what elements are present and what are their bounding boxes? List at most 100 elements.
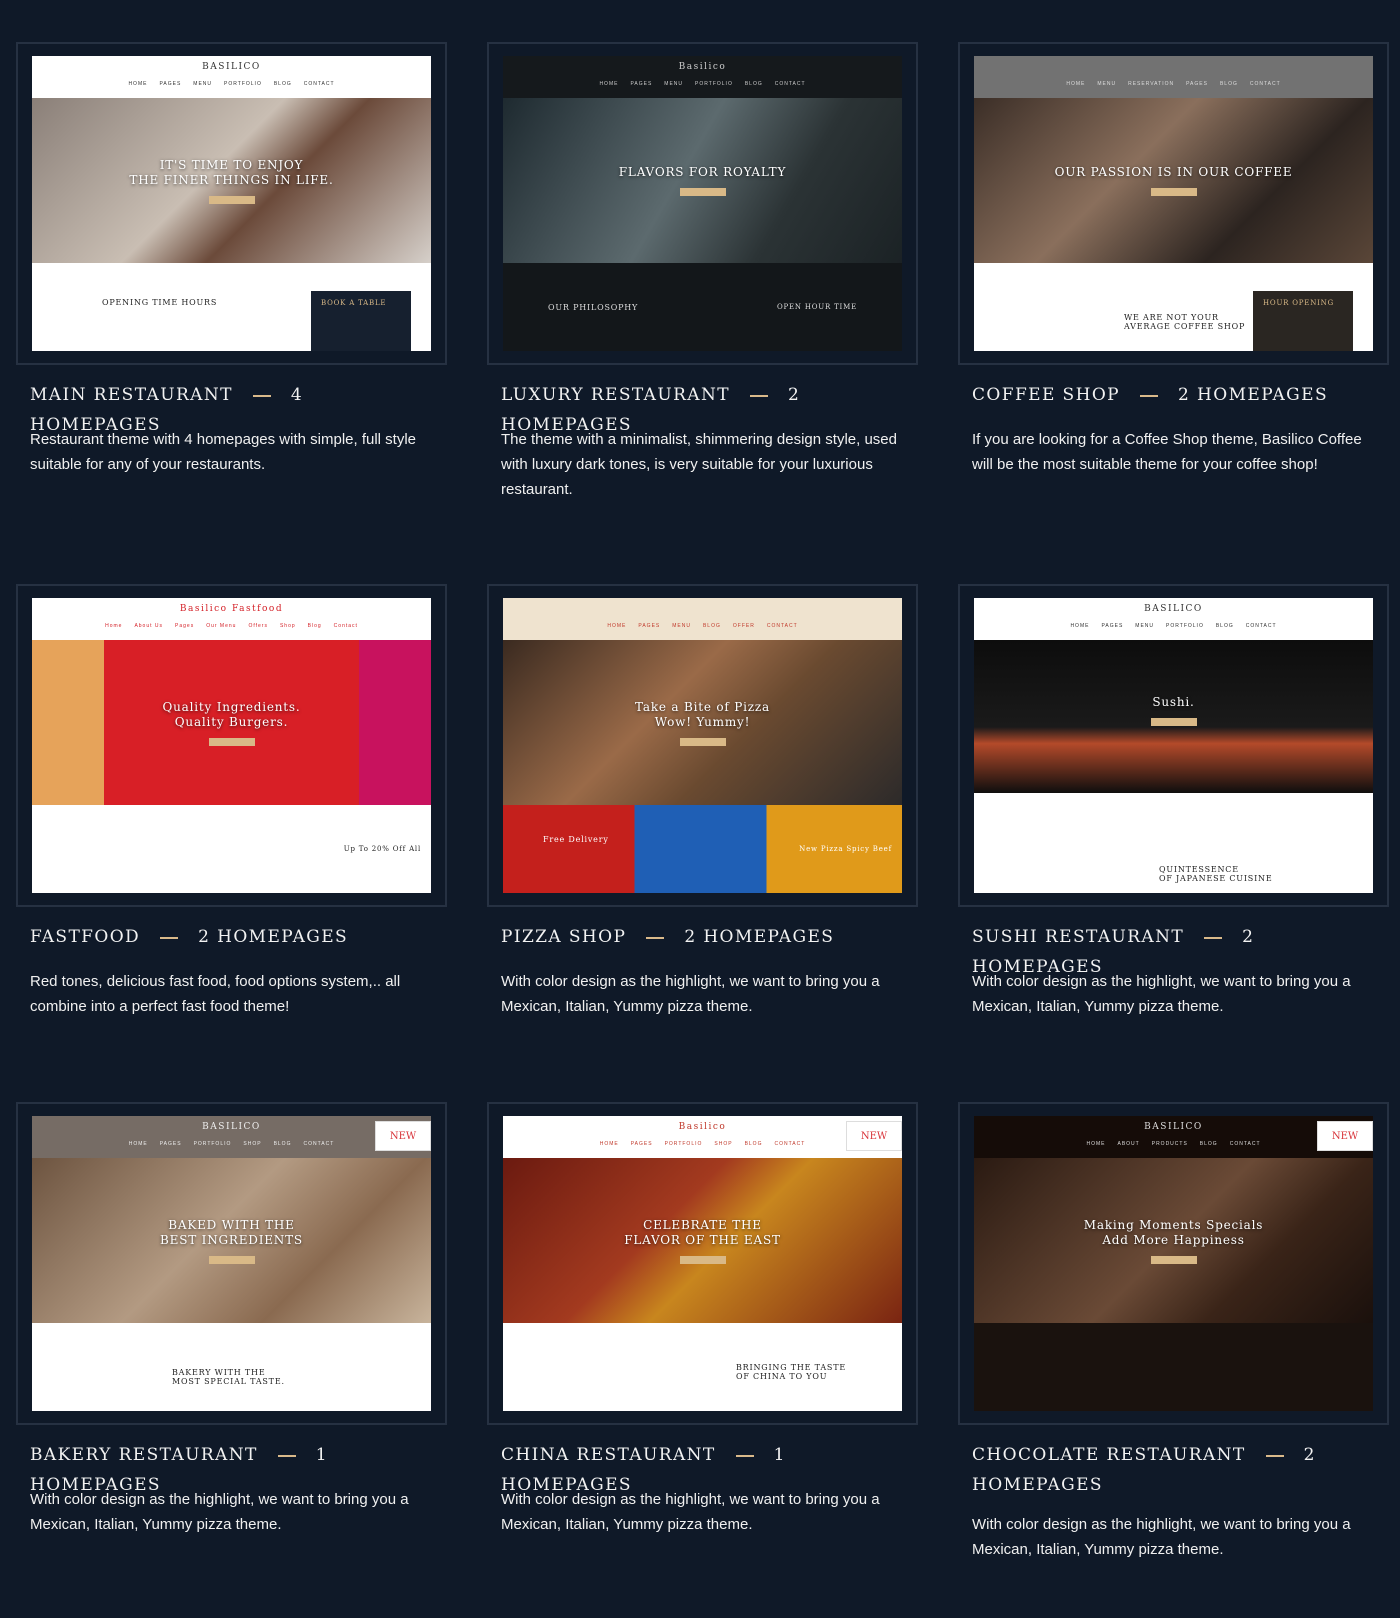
preview-aside: New Pizza Spicy Beef [799,845,892,853]
preview-nav: Basilico HOME PAGES MENU PORTFOLIO BLOG CONTA… [503,56,902,98]
preview-nav-item: MENU [1135,623,1155,629]
dash-separator [252,394,271,397]
preview-nav-item: RESERVATION [1128,81,1175,87]
demo-title[interactable]: Coffee Shop 2 Homepages [972,380,1382,410]
demo-preview-link[interactable]: Sushi. BASILICO HOME PAGES MENU PORTFOLIO BL… [958,584,1389,907]
demo-screenshot: OUR PASSION IS IN OUR COFFEE HOME MENU RES… [974,56,1373,351]
preview-nav-item: CONTACT [774,1141,806,1147]
preview-lower: What Eats Today? Up To 20% Off All [32,805,431,893]
preview-cta [1150,1255,1197,1264]
demo-preview-link[interactable]: BAKED WITH THE BEST INGREDIENTS BASILICO… [16,1102,447,1425]
demo-name: Luxury Restaurant [501,385,730,405]
preview-nav-item: PAGES [159,1141,182,1147]
demo-name: China Restaurant [501,1445,716,1465]
preview-nav-item: Blog [307,623,322,629]
demo-title[interactable]: Fastfood 2 Homepages [30,922,440,952]
demo-preview-link[interactable]: Making Moments Specials Add More Happine… [958,1102,1389,1425]
preview-nav-item: Offers [248,623,268,629]
demo-description: With color design as the highlight, we w… [501,1491,880,1533]
preview-nav: HOME MENU RESERVATION PAGES BLOG CONTACT [974,56,1373,98]
preview-nav-item: PORTFOLIO [193,1141,232,1147]
preview-section-title: OPENING TIME HOURS [102,298,218,307]
preview-nav-item: HOME [599,81,619,87]
preview-nav-item: PAGES [638,623,661,629]
demo-description: The theme with a minimalist, shimmering … [501,431,897,498]
preview-nav-item: BLOG [702,623,721,629]
preview-lower: WE ARE NOT YOUR AVERAGE COFFEE SHOP HOUR… [974,263,1373,351]
preview-cta [1150,188,1197,196]
preview-headline: Sushi. [1152,695,1195,709]
homepage-count: 2 Homepages [198,927,349,947]
dash-separator [1204,936,1223,939]
preview-aside: HOUR OPENING [1253,291,1353,351]
demo-preview-link[interactable]: FLAVORS FOR ROYALTY Basilico HOME PAGES ME… [487,42,918,365]
demo-name: Fastfood [30,927,141,947]
preview-nav-item: PAGES [630,81,653,87]
preview-nav: Basilico HOME PAGES PORTFOLIO SHOP BLOG CONTA… [503,1116,902,1158]
preview-nav-item: CONTACT [1249,81,1281,87]
preview-nav-item: PORTFOLIO [695,81,733,87]
dash-separator [1265,1454,1284,1457]
demo-name: Coffee Shop [972,385,1121,405]
demo-description: If you are looking for a Coffee Shop the… [972,431,1362,473]
preview-hero: Sushi. [974,628,1373,793]
demo-name: Sushi Restaurant [972,927,1185,947]
preview-nav-item: SHOP [714,1141,733,1147]
demo-title[interactable]: Chocolate Restaurant 2 Homepages [972,1440,1382,1500]
demo-screenshot: BAKED WITH THE BEST INGREDIENTS BASILICO… [32,1116,431,1411]
demo-preview-link[interactable]: OUR PASSION IS IN OUR COFFEE HOME MENU RES… [958,42,1389,365]
preview-logo: BASILICO [1144,1122,1203,1132]
preview-lower: OUR PHILOSOPHY OPEN HOUR TIME [503,263,902,351]
demo-screenshot: Take a Bite of Pizza Wow! Yummy! HOME PAG… [503,598,902,893]
new-badge: NEW [1317,1121,1373,1151]
preview-section-title: QUINTESSENCE OF JAPANESE CUISINE [1159,865,1273,883]
preview-nav-item: Pages [175,623,195,629]
preview-aside: OPEN HOUR TIME [776,303,857,311]
preview-nav-item: PORTFOLIO [664,1141,703,1147]
preview-headline: Quality Ingredients. Quality Burgers. [162,699,301,729]
preview-section-title: BRINGING THE TASTE OF CHINA TO YOU [736,1363,846,1381]
homepage-count: 2 Homepages [1178,385,1329,405]
demo-description: Restaurant theme with 4 homepages with s… [30,431,417,473]
preview-nav: Basilico Fastfood Home About Us Pages Our M… [32,598,431,640]
preview-nav-item: MENU [664,81,684,87]
preview-nav-item: MENU [1097,81,1117,87]
demo-screenshot: CELEBRATE THE FLAVOR OF THE EAST Basilic… [503,1116,902,1411]
preview-headline: FLAVORS FOR ROYALTY [618,165,787,179]
demo-screenshot: IT'S TIME TO ENJOY THE FINER THINGS IN L… [32,56,431,351]
preview-logo: BASILICO [202,62,261,72]
dash-separator [277,1454,296,1457]
demo-name: Pizza Shop [501,927,627,947]
demo-name: Chocolate Restaurant [972,1445,1246,1465]
preview-nav-item: Shop [279,623,296,629]
demo-title[interactable]: Pizza Shop 2 Homepages [501,922,911,952]
preview-cta [679,188,726,196]
preview-nav-item: MENU [672,623,691,629]
demo-description: With color design as the highlight, we w… [501,973,880,1015]
preview-nav-item: HOME [128,1141,148,1147]
preview-nav-item: PORTFOLIO [224,81,262,87]
preview-nav-item: HOME [599,1141,619,1147]
demo-screenshot: Sushi. BASILICO HOME PAGES MENU PORTFOLIO BL… [974,598,1373,893]
preview-nav: BASILICO HOME ABOUT PRODUCTS BLOG CONTACT [974,1116,1373,1158]
demo-preview-link[interactable]: Take a Bite of Pizza Wow! Yummy! HOME PAG… [487,584,918,907]
preview-hero: CELEBRATE THE FLAVOR OF THE EAST [503,1158,902,1323]
preview-nav: BASILICO HOME PAGES MENU PORTFOLIO BLOG CONTA… [974,598,1373,640]
preview-hero: OUR PASSION IS IN OUR COFFEE [974,98,1373,263]
demo-preview-link[interactable]: CELEBRATE THE FLAVOR OF THE EAST Basilic… [487,1102,918,1425]
preview-nav-item: BLOG [744,81,763,87]
preview-cta [208,737,255,746]
preview-hero: IT'S TIME TO ENJOY THE FINER THINGS IN L… [32,98,431,263]
preview-nav-item: BLOG [273,81,292,87]
preview-headline: CELEBRATE THE FLAVOR OF THE EAST [624,1217,781,1247]
preview-logo: Basilico [678,62,727,72]
preview-lower [974,1323,1373,1411]
preview-nav-item: BLOG [1199,1141,1218,1147]
demo-preview-link[interactable]: Quality Ingredients. Quality Burgers. Ba… [16,584,447,907]
preview-lower: OPENING TIME HOURS BOOK A TABLE [32,263,431,351]
dash-separator [1140,394,1159,397]
demo-preview-link[interactable]: IT'S TIME TO ENJOY THE FINER THINGS IN L… [16,42,447,365]
preview-aside: Up To 20% Off All [343,845,421,853]
demo-screenshot: Quality Ingredients. Quality Burgers. Ba… [32,598,431,893]
preview-headline: BAKED WITH THE BEST INGREDIENTS [160,1217,303,1247]
